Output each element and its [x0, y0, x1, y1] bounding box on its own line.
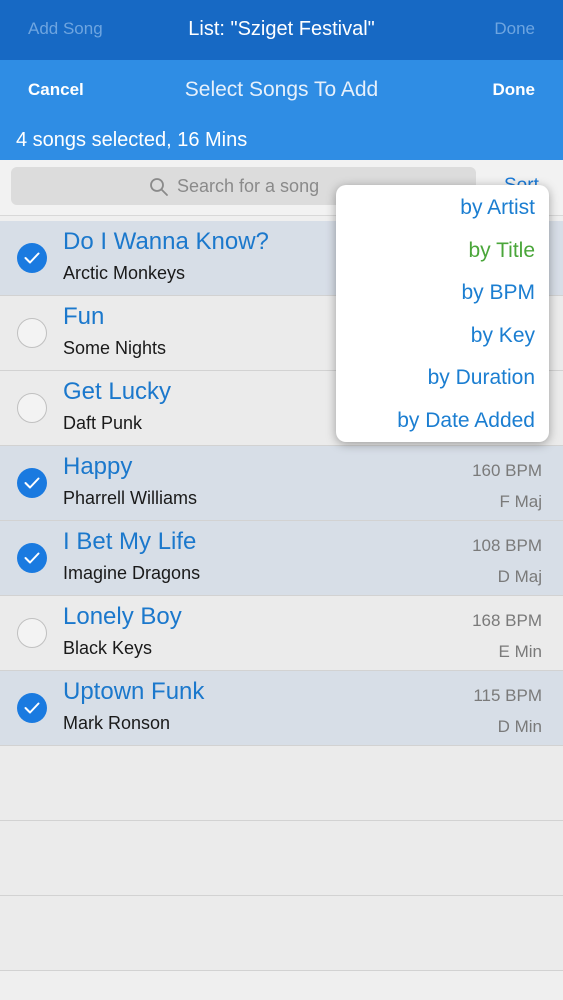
song-key: D Min	[497, 717, 542, 736]
song-row[interactable]: Lonely Boy Black Keys 168 BPM E Min	[0, 596, 563, 671]
sort-menu: by Artist by Title by BPM by Key by Dura…	[336, 185, 549, 442]
sort-by-key[interactable]: by Key	[471, 324, 535, 348]
song-artist: Daft Punk	[63, 413, 143, 433]
song-bpm: 115 BPM	[473, 686, 542, 705]
song-title: I Bet My Life	[63, 528, 197, 555]
song-bpm: 168 BPM	[472, 611, 542, 630]
song-row[interactable]: Happy Pharrell Williams 160 BPM F Maj	[0, 446, 563, 521]
list-title: List: "Sziget Festival"	[188, 18, 375, 40]
song-title: Do I Wanna Know?	[63, 228, 269, 255]
empty-row	[0, 746, 563, 821]
song-bpm: 160 BPM	[472, 461, 542, 480]
checkmark-icon[interactable]	[17, 618, 47, 648]
song-key: D Maj	[497, 567, 542, 586]
selection-status: 4 songs selected, 16 Mins	[16, 129, 248, 151]
song-artist: Black Keys	[63, 638, 153, 658]
empty-row	[0, 896, 563, 971]
song-key: E Min	[498, 642, 542, 661]
sheet-title: Select Songs To Add	[184, 78, 379, 101]
background-nav-bar: Add Song List: "Sziget Festival" Done	[0, 0, 563, 60]
song-key: F Maj	[499, 492, 543, 511]
song-bpm: 108 BPM	[472, 536, 542, 555]
checkmark-icon[interactable]	[17, 543, 47, 573]
search-icon	[150, 177, 168, 196]
sort-by-artist[interactable]: by Artist	[460, 196, 535, 220]
checkmark-icon[interactable]	[17, 243, 47, 273]
sort-by-date-added[interactable]: by Date Added	[397, 409, 535, 433]
song-artist: Pharrell Williams	[63, 488, 198, 508]
song-title: Lonely Boy	[63, 603, 182, 630]
song-row[interactable]: I Bet My Life Imagine Dragons 108 BPM D …	[0, 521, 563, 596]
search-placeholder: Search for a song	[177, 176, 320, 196]
sort-by-bpm[interactable]: by BPM	[461, 281, 535, 305]
checkmark-icon[interactable]	[17, 468, 47, 498]
done-button-background[interactable]: Done	[494, 19, 535, 39]
song-title: Get Lucky	[63, 378, 172, 405]
sheet-header: Cancel Select Songs To Add Done 4 songs …	[0, 60, 563, 160]
sort-by-title[interactable]: by Title	[468, 239, 535, 263]
song-artist: Arctic Monkeys	[63, 263, 186, 283]
checkmark-icon[interactable]	[17, 693, 47, 723]
checkmark-icon[interactable]	[17, 318, 47, 348]
song-artist: Imagine Dragons	[63, 563, 201, 583]
song-artist: Mark Ronson	[63, 713, 171, 733]
checkmark-icon[interactable]	[17, 393, 47, 423]
done-button[interactable]: Done	[493, 80, 536, 100]
song-title: Fun	[63, 303, 105, 330]
song-row[interactable]: Uptown Funk Mark Ronson 115 BPM D Min	[0, 671, 563, 746]
empty-row	[0, 821, 563, 896]
song-title: Uptown Funk	[63, 678, 205, 705]
song-artist: Some Nights	[63, 338, 167, 358]
sort-by-duration[interactable]: by Duration	[428, 366, 535, 390]
song-title: Happy	[63, 453, 133, 480]
